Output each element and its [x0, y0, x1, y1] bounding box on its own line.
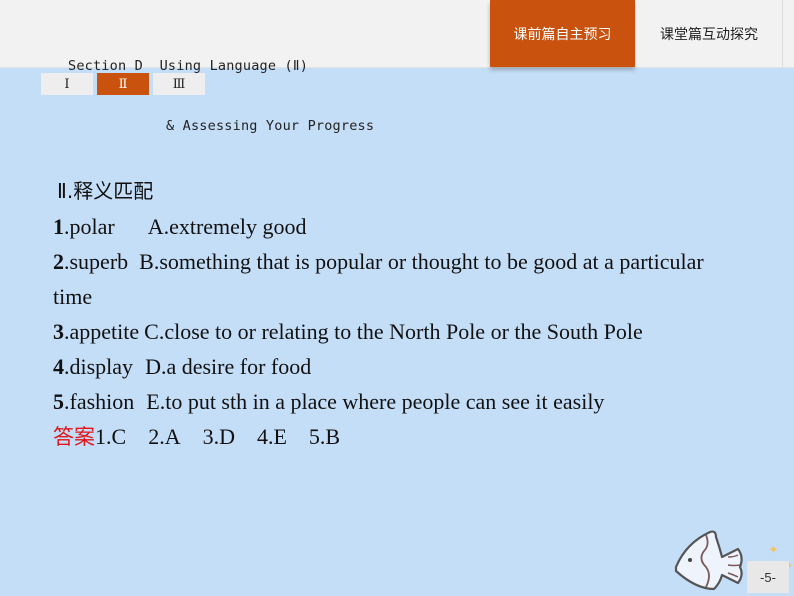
list-item: 3.appetite C.close to or relating to the … — [53, 314, 743, 349]
item-number: 2 — [53, 249, 64, 274]
list-item: 5.fashion E.to put sth in a place where p… — [53, 384, 743, 419]
list-item: 4.display D.a desire for food — [53, 349, 743, 384]
subtab-2[interactable]: Ⅱ — [97, 73, 149, 95]
item-number: 4 — [53, 354, 64, 379]
exercise-content: Ⅱ.释义匹配 1.polar A.extremely good 2.superb B… — [53, 174, 743, 455]
item-word: .polar — [64, 214, 115, 239]
item-definition: E.to put sth in a place where people can… — [146, 389, 605, 414]
item-number: 1 — [53, 214, 64, 239]
answer: 3.D — [202, 424, 235, 449]
item-word: .appetite — [64, 319, 140, 344]
item-word: .superb — [64, 249, 129, 274]
title-line-2: & Assessing Your Progress — [166, 118, 375, 134]
subtab-3[interactable]: Ⅲ — [153, 73, 205, 95]
item-definition: A.extremely good — [147, 214, 307, 239]
list-item: 2.superb B.something that is popular or t… — [53, 244, 743, 314]
answer: 4.E — [256, 424, 287, 449]
page-number: -5- — [747, 561, 789, 593]
answer: 1.C — [95, 424, 127, 449]
page-title: Section D Using Language (Ⅱ) & Assessing… — [68, 16, 374, 176]
item-number: 3 — [53, 319, 64, 344]
answer: 5.B — [308, 424, 341, 449]
fish-icon — [674, 530, 743, 591]
answer-row: 答案1.C 2.A 3.D 4.E 5.B — [53, 419, 743, 455]
subtab-1[interactable]: Ⅰ — [41, 73, 93, 95]
item-definition: C.close to or relating to the North Pole… — [144, 319, 643, 344]
section-tabs: Ⅰ Ⅱ Ⅲ — [41, 73, 205, 95]
tab-preview[interactable]: 课前篇自主预习 — [490, 0, 635, 67]
header: Section D Using Language (Ⅱ) & Assessing… — [0, 0, 794, 134]
item-definition: D.a desire for food — [145, 354, 312, 379]
answer-label: 答案 — [53, 425, 95, 449]
answer: 2.A — [148, 424, 181, 449]
item-word: .fashion — [64, 389, 135, 414]
tab-classroom[interactable]: 课堂篇互动探究 — [636, 0, 783, 67]
item-word: .display — [64, 354, 134, 379]
item-definition: B.something that is popular or thought t… — [53, 249, 704, 309]
item-number: 5 — [53, 389, 64, 414]
list-item: 1.polar A.extremely good — [53, 209, 743, 244]
exercise-heading: Ⅱ.释义匹配 — [57, 179, 154, 203]
star-icon: ✦ — [768, 542, 779, 557]
